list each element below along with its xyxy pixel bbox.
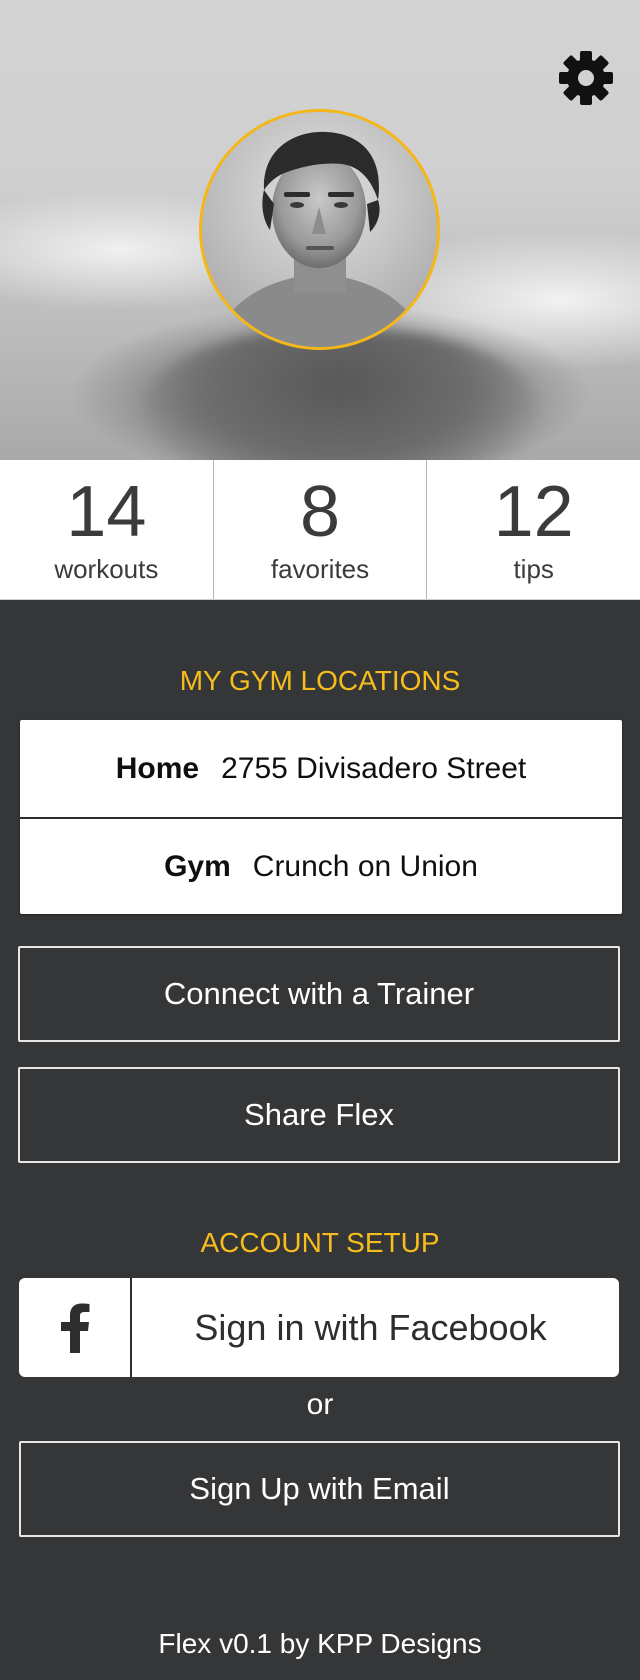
location-key: Gym (164, 849, 231, 883)
gym-locations-heading: MY GYM LOCATIONS (179, 665, 461, 696)
location-value: 2755 Divisadero Street (221, 751, 527, 785)
connect-trainer-button[interactable]: Connect with a Trainer (18, 946, 620, 1042)
location-value: Crunch on Union (252, 849, 478, 883)
profile-header (0, 0, 640, 460)
share-flex-button[interactable]: Share Flex (18, 1067, 620, 1163)
profile-screen: 14 workouts 8 favorites 12 tips MY GYM L… (0, 0, 640, 1680)
facebook-icon (19, 1278, 132, 1377)
or-divider: or (306, 1388, 334, 1421)
stats-bar: 14 workouts 8 favorites 12 tips (0, 460, 640, 600)
settings-button[interactable] (556, 48, 616, 108)
stat-value: 8 (299, 472, 341, 552)
stat-favorites[interactable]: 8 favorites (214, 460, 428, 599)
gear-icon (559, 51, 613, 105)
location-gym[interactable]: Gym Crunch on Union (20, 817, 622, 914)
facebook-signin-label: Sign in with Facebook (194, 1306, 547, 1348)
profile-photo (202, 112, 437, 347)
gym-locations-list: Home 2755 Divisadero Street Gym Crunch o… (20, 720, 622, 914)
background-photo-blur (140, 330, 540, 460)
location-key: Home (115, 751, 200, 785)
email-signup-button[interactable]: Sign Up with Email (19, 1441, 620, 1537)
stat-label: favorites (270, 554, 370, 584)
stat-value: 14 (66, 472, 147, 552)
stat-label: workouts (54, 554, 159, 584)
avatar[interactable] (199, 109, 440, 350)
stat-workouts[interactable]: 14 workouts (0, 460, 214, 599)
location-home[interactable]: Home 2755 Divisadero Street (20, 720, 622, 817)
footer-version: Flex v0.1 by KPP Designs (158, 1628, 482, 1659)
stat-tips[interactable]: 12 tips (427, 460, 640, 599)
stat-value: 12 (493, 472, 574, 552)
facebook-signin-button[interactable]: Sign in with Facebook (19, 1278, 619, 1377)
account-setup-heading: ACCOUNT SETUP (200, 1227, 440, 1258)
stat-label: tips (513, 554, 554, 584)
